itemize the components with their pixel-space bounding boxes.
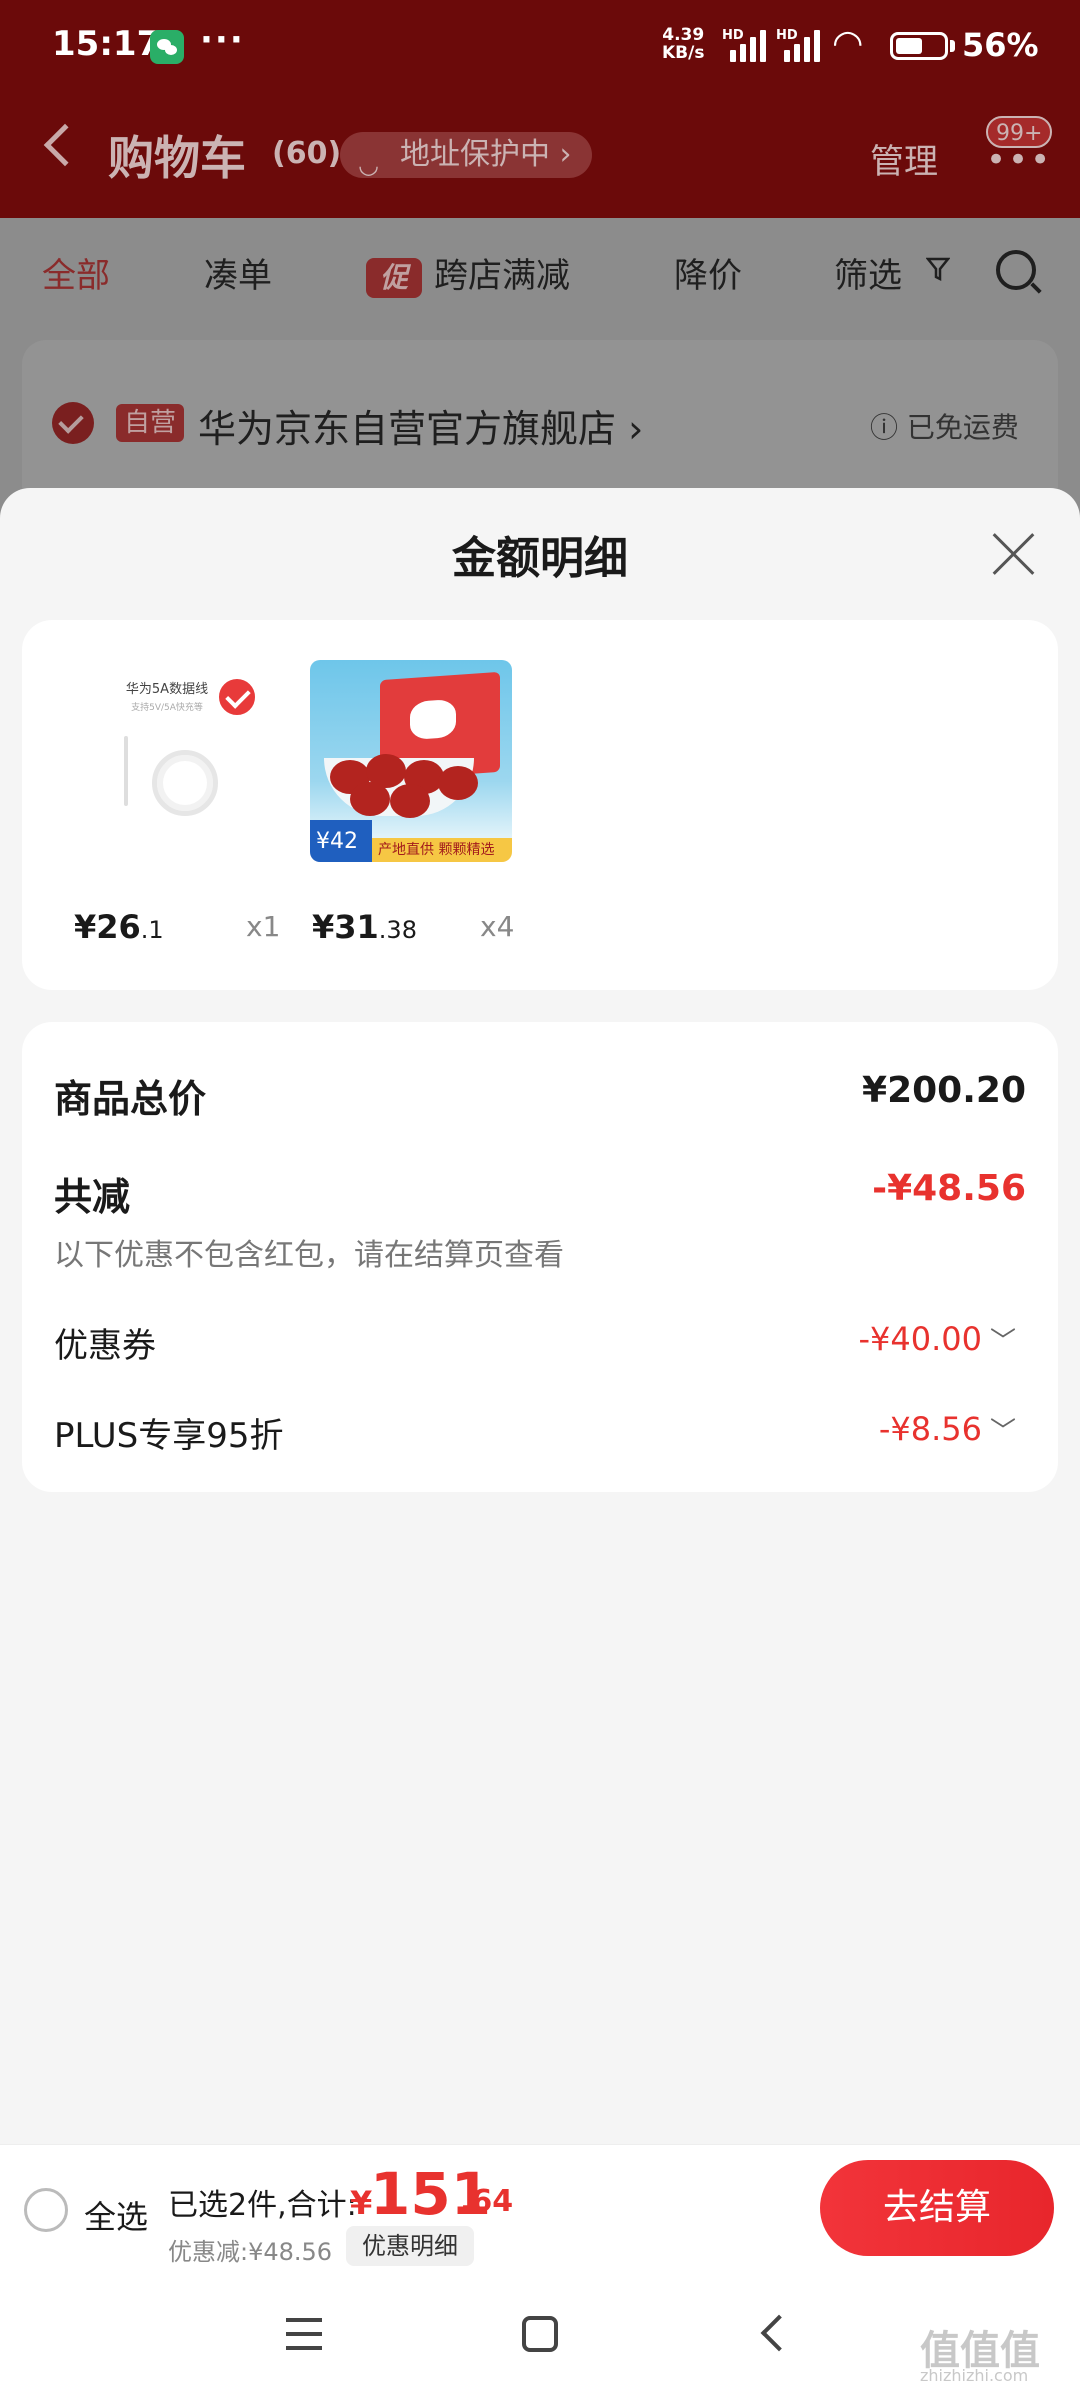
date-fruit <box>350 782 390 816</box>
total-currency: ¥ <box>350 2184 373 2222</box>
cable-line <box>124 736 128 806</box>
search-icon[interactable] <box>996 250 1036 290</box>
manage-button[interactable]: 管理 <box>870 134 938 183</box>
product-image-dates[interactable]: ¥42 产地直供 颗颗精选 <box>310 660 512 862</box>
checkout-button[interactable]: 去结算 <box>820 2160 1054 2256</box>
menu-icon[interactable] <box>286 2318 322 2350</box>
signal-icon <box>776 28 820 62</box>
battery-icon <box>890 32 948 60</box>
selected-check-icon[interactable] <box>216 676 258 718</box>
cable-coil <box>152 750 218 816</box>
signal-icon <box>722 28 766 62</box>
coupon-value[interactable]: -¥40.00 ﹀ <box>858 1320 1016 1358</box>
sheet-title: 金额明细 <box>452 533 628 584</box>
select-all-label[interactable]: 全选 <box>84 2192 148 2238</box>
discount-note: 以下优惠不包含红包，请在结算页查看 <box>54 1238 564 1273</box>
watermark-domain: zhizhizhi.com <box>920 2366 1029 2385</box>
image-band: 产地直供 颗颗精选 <box>372 838 512 862</box>
chevron-down-icon: ﹀ <box>989 1327 1016 1357</box>
date-fruit <box>390 784 430 818</box>
product-quantity: x1 <box>246 910 281 943</box>
tab-cross-store[interactable]: 促跨店满减 <box>366 248 570 298</box>
self-operated-tag: 自营 <box>116 404 185 442</box>
page-title: 购物车 <box>108 131 246 185</box>
address-protect-pill[interactable]: ◡ 地址保护中 › <box>340 132 592 179</box>
more-notifications-icon: ··· <box>200 20 245 60</box>
network-speed: 4.39 KB/s <box>662 25 705 63</box>
status-bar: 15:17 ··· 4.39 KB/s HD HD ◠ 56% <box>0 0 1080 96</box>
chevron-down-icon: ﹀ <box>989 1417 1016 1447</box>
total-label: 商品总价 <box>54 1077 207 1121</box>
filter-icon[interactable] <box>926 256 950 282</box>
tab-filter[interactable]: 筛选 <box>834 248 902 297</box>
message-badge: 99+ <box>986 116 1053 148</box>
product-price: ¥31.38 <box>312 908 417 946</box>
product-quantity: x4 <box>480 910 515 943</box>
plus-discount-value[interactable]: -¥8.56 ﹀ <box>879 1410 1016 1448</box>
plus-discount-label: PLUS专享95折 <box>54 1416 284 1456</box>
store-name[interactable]: 华为京东自营官方旗舰店 › <box>198 398 643 453</box>
selected-summary: 已选2件,合计: <box>168 2188 357 2223</box>
discount-summary: 优惠减:¥48.56 <box>168 2238 333 2266</box>
shipping-info: ⓘ 已免运费 <box>870 411 1019 444</box>
reduce-value: -¥48.56 <box>872 1168 1026 1209</box>
select-all-radio[interactable] <box>24 2188 68 2232</box>
eye-closed-icon: ◡ <box>358 151 379 179</box>
wifi-icon: ◠ <box>832 23 864 64</box>
total-decimal: .64 <box>460 2184 514 2219</box>
cart-count: (60) <box>272 136 342 171</box>
store-checkbox[interactable] <box>52 402 94 444</box>
coupon-label: 优惠券 <box>54 1326 156 1366</box>
product-price: ¥26.1 <box>74 908 164 946</box>
status-time: 15:17 <box>52 24 161 64</box>
tab-bundle[interactable]: 凑单 <box>204 248 272 297</box>
tab-all[interactable]: 全部 <box>42 248 110 297</box>
image-price: ¥42 <box>310 820 372 862</box>
reduce-label: 共减 <box>54 1175 131 1219</box>
discount-detail-button[interactable]: 优惠明细 <box>346 2226 474 2266</box>
home-icon[interactable] <box>522 2316 558 2352</box>
tab-price-drop[interactable]: 降价 <box>674 248 742 297</box>
date-fruit <box>438 766 478 800</box>
promo-badge: 促 <box>366 257 422 298</box>
close-icon[interactable] <box>990 530 1038 578</box>
battery-percent: 56% <box>962 26 1039 64</box>
wechat-notification-icon <box>150 30 184 64</box>
total-value: ¥200.20 <box>862 1070 1026 1111</box>
battery-tip <box>950 40 955 52</box>
